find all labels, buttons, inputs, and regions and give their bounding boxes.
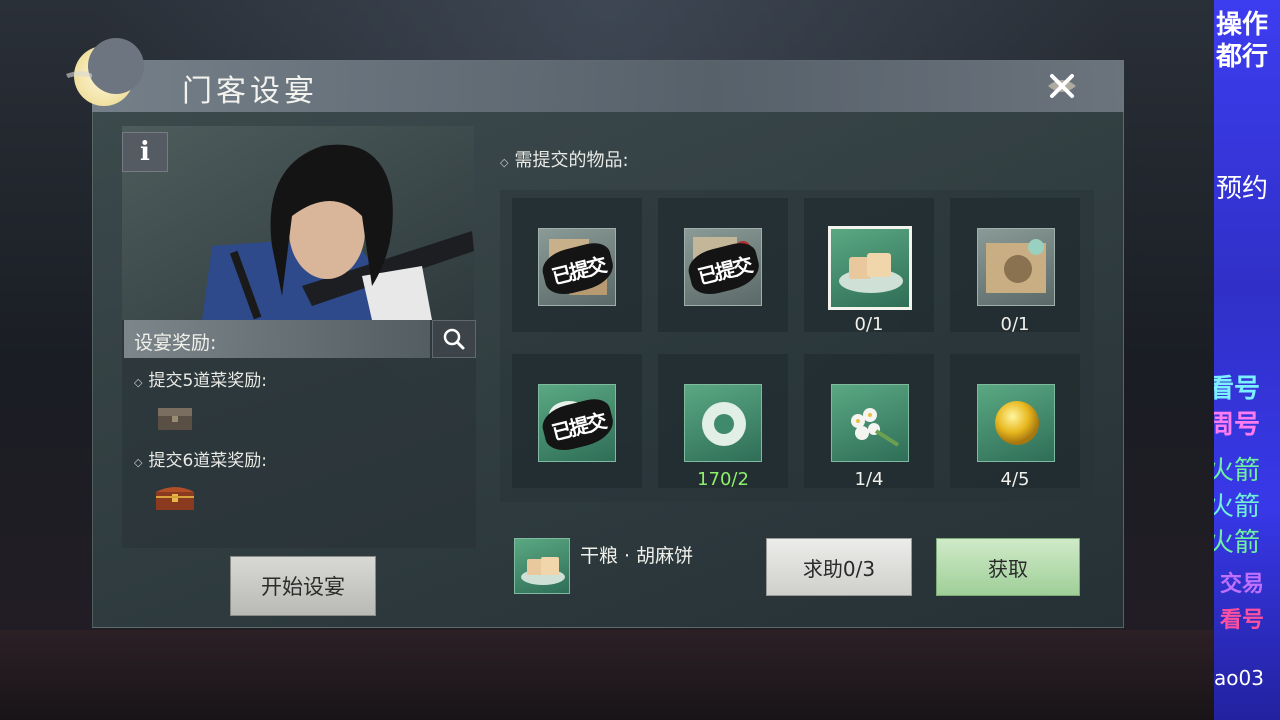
item-slot-submitted[interactable]: 已提交 <box>538 384 616 462</box>
rewards-header: 设宴奖励: <box>124 320 430 358</box>
close-icon <box>1048 74 1076 98</box>
required-items-text: 需提交的物品: <box>514 150 629 171</box>
item-slot-submitted[interactable]: 已提交 <box>684 228 762 306</box>
sidebar-text: 火箭 <box>1214 456 1261 486</box>
scene-floor <box>0 630 1214 720</box>
crescent-moon-icon <box>66 38 144 106</box>
item-count: 0/1 <box>854 314 884 335</box>
item-slot[interactable] <box>684 384 762 462</box>
sesame-cake-icon <box>521 557 565 585</box>
info-button[interactable]: i <box>122 132 168 172</box>
sidebar-text: 周号 <box>1214 410 1261 440</box>
jade-ring-icon <box>702 402 746 446</box>
obtain-button[interactable]: 获取 <box>936 538 1080 596</box>
sidebar-text: 火箭 <box>1214 528 1261 558</box>
reward-chest-large-icon[interactable] <box>154 482 196 514</box>
selected-item-name: 干粮 · 胡麻饼 <box>580 545 694 567</box>
reward-tier2-label: ◇ 提交6道菜奖励: <box>134 451 268 471</box>
sidebar-text: 预约 <box>1216 174 1269 204</box>
required-items-label: ◇ 需提交的物品: <box>500 150 629 171</box>
item-slot[interactable] <box>977 228 1055 306</box>
sidebar-text: 看号 <box>1214 374 1261 404</box>
sidebar-text: 都行 <box>1216 42 1269 72</box>
sidebar-text: 火箭 <box>1214 492 1261 522</box>
magnifier-icon <box>443 328 465 350</box>
item-slot[interactable] <box>831 384 909 462</box>
selected-item-icon <box>514 538 570 594</box>
sidebar-text: 交易 <box>1220 572 1265 597</box>
dialog-title: 门客设宴 <box>182 74 318 109</box>
item-slot[interactable] <box>977 384 1055 462</box>
stream-overlay-sidebar: 操作 都行 预约 看号 周号 火箭 火箭 火箭 交易 看号 ao03 <box>1214 0 1280 720</box>
reward-tier1-text: 提交5道菜奖励: <box>148 371 268 391</box>
character-portrait <box>122 126 474 320</box>
reward-tier2-text: 提交6道菜奖励: <box>148 451 268 471</box>
item-count: 0/1 <box>1000 314 1030 335</box>
item-count: 1/4 <box>854 469 884 490</box>
reward-search-button[interactable] <box>432 320 476 358</box>
reward-tier1-label: ◇ 提交5道菜奖励: <box>134 371 268 391</box>
item-count: 170/2 <box>697 469 749 490</box>
sesame-cake-icon <box>839 253 903 293</box>
sidebar-text: ao03 <box>1214 666 1264 690</box>
item-slot-submitted[interactable]: 已提交 <box>538 228 616 306</box>
reward-chest-small-icon[interactable] <box>156 404 196 434</box>
start-banquet-button[interactable]: 开始设宴 <box>230 556 376 616</box>
sidebar-text: 看号 <box>1220 608 1265 633</box>
white-flowers-icon <box>851 408 900 447</box>
ask-help-button[interactable]: 求助0/3 <box>766 538 912 596</box>
gold-orb-icon <box>995 401 1039 445</box>
scroll-bowl-icon <box>986 239 1046 293</box>
item-count: 4/5 <box>1000 469 1030 490</box>
item-slot-selected[interactable] <box>828 226 912 310</box>
close-button[interactable] <box>1036 60 1088 112</box>
